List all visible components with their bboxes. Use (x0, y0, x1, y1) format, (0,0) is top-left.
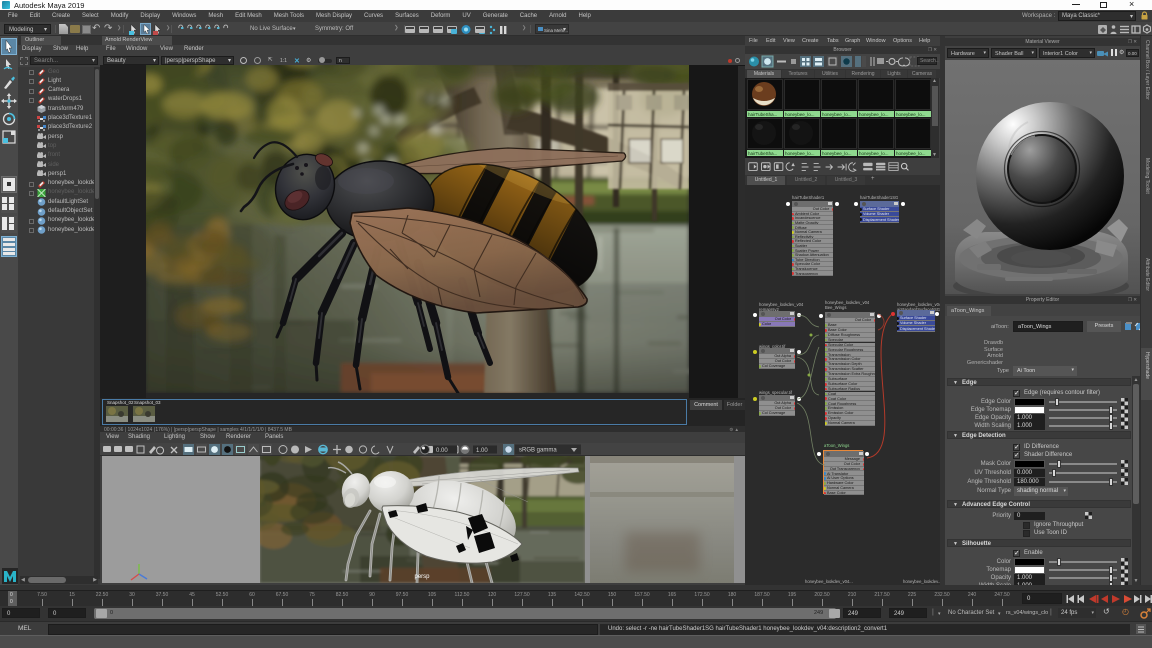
svg-text:sRGB gamma: sRGB gamma (519, 448, 557, 454)
svg-text:persp: persp (415, 574, 431, 580)
svg-text:1.00: 1.00 (476, 448, 488, 454)
svg-text:0.00: 0.00 (436, 448, 448, 454)
